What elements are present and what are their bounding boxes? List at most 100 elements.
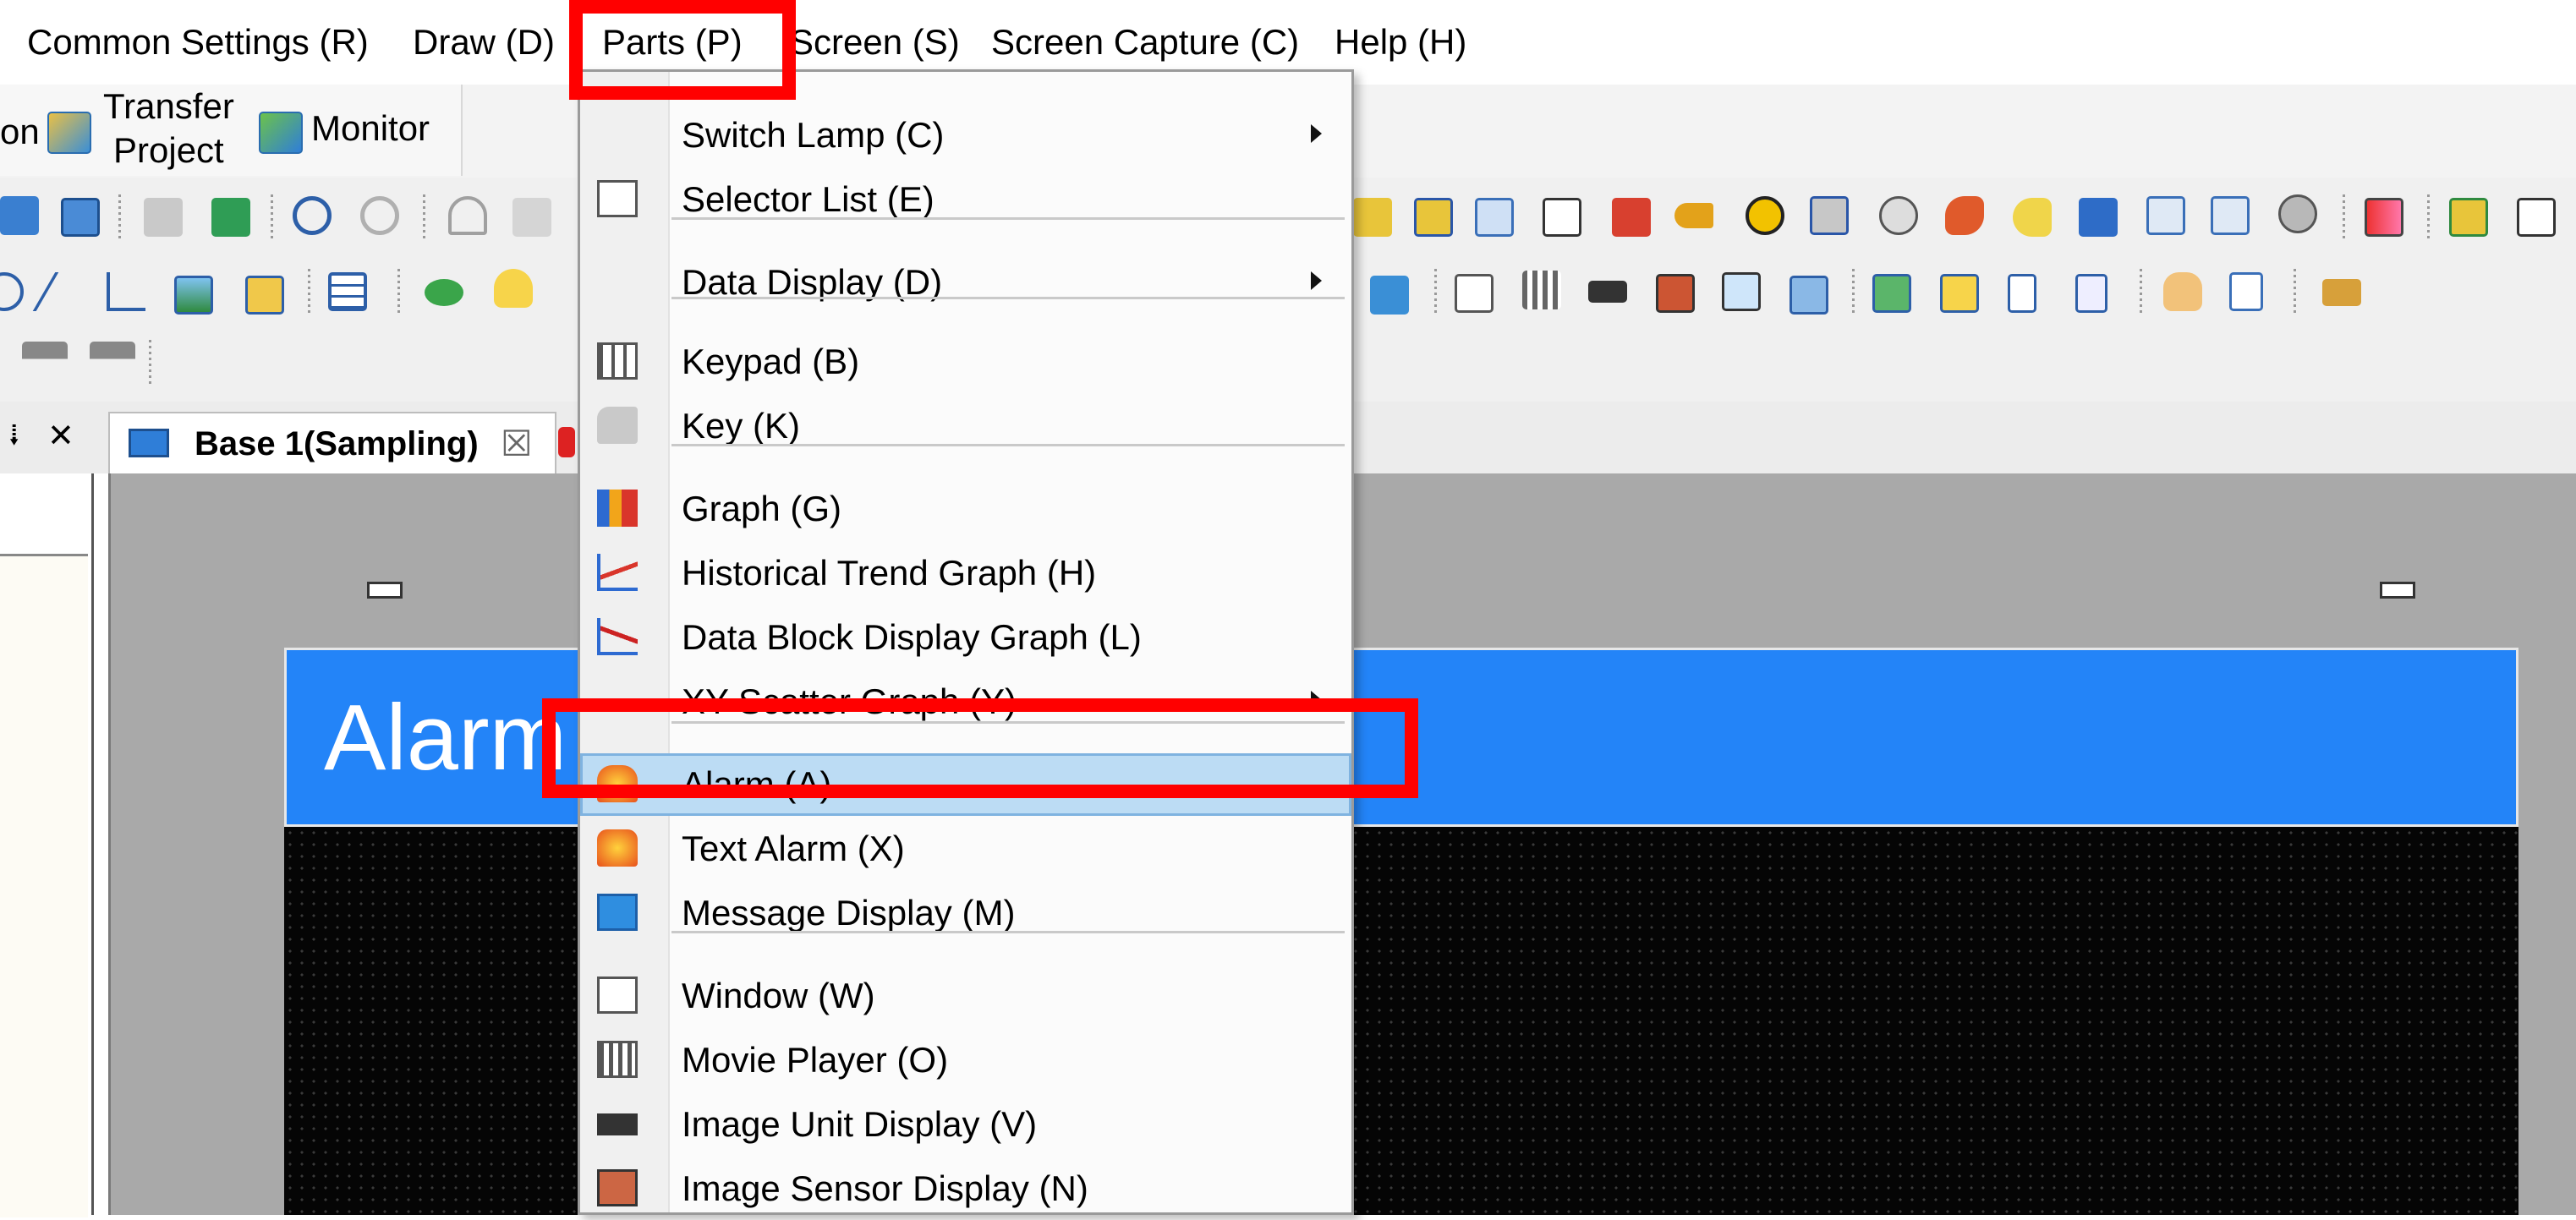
data-display-tool-icon[interactable] bbox=[1543, 198, 1581, 237]
translate-icon[interactable] bbox=[2079, 198, 2118, 237]
monitor-tool-icon[interactable] bbox=[1722, 272, 1761, 311]
left-panel-content bbox=[0, 554, 88, 1217]
toolbar-separator bbox=[118, 194, 121, 242]
move-up-icon[interactable] bbox=[90, 342, 135, 380]
parts-menu: Switch Lamp (C) Selector List (E) Data Dis… bbox=[578, 69, 1354, 1215]
gear-search-icon[interactable] bbox=[1879, 196, 1918, 235]
new-file-icon[interactable] bbox=[0, 196, 39, 235]
menu-item-label: Historical Trend Graph (H) bbox=[682, 553, 1097, 593]
message-tool-icon[interactable] bbox=[1370, 276, 1409, 315]
transfer-label-line1[interactable]: Transfer bbox=[103, 85, 234, 129]
menu-screen-capture[interactable]: Screen Capture (C) bbox=[991, 19, 1299, 66]
tab-close-icon[interactable]: ☒ bbox=[501, 422, 533, 466]
left-panel bbox=[0, 473, 94, 1217]
cut-icon[interactable] bbox=[448, 196, 487, 235]
message-display-icon bbox=[597, 894, 638, 931]
pin-icon[interactable]: ⭭ bbox=[8, 415, 19, 457]
color-icon[interactable] bbox=[2365, 198, 2403, 237]
settings-icon[interactable] bbox=[2278, 194, 2317, 233]
copy-icon[interactable] bbox=[512, 198, 551, 237]
lamp-icon[interactable] bbox=[494, 269, 533, 308]
window-icon bbox=[597, 977, 638, 1014]
open-icon[interactable] bbox=[144, 198, 183, 237]
download-icon[interactable] bbox=[1872, 274, 1911, 313]
keypad-tool-icon[interactable] bbox=[1612, 198, 1651, 237]
toolbar-separator bbox=[271, 194, 273, 242]
menu-item-label: Switch Lamp (C) bbox=[682, 115, 945, 155]
menu-item-image-sensor[interactable]: Image Sensor Display (N) bbox=[580, 1157, 1351, 1220]
table-icon[interactable] bbox=[328, 272, 367, 311]
menu-screen[interactable]: Screen (S) bbox=[790, 19, 960, 66]
arc-icon[interactable] bbox=[0, 272, 24, 311]
menu-item-image-unit[interactable]: Image Unit Display (V) bbox=[580, 1093, 1351, 1156]
menu-item-label: Key (K) bbox=[682, 406, 801, 446]
tab-base-1[interactable]: Base 1(Sampling) ☒ bbox=[108, 412, 556, 473]
menu-common-settings[interactable]: Common Settings (R) bbox=[27, 19, 369, 66]
menu-separator bbox=[671, 931, 1345, 933]
list-icon[interactable] bbox=[2008, 274, 2036, 313]
import-icon[interactable] bbox=[211, 198, 250, 237]
movie-tool-icon[interactable] bbox=[1522, 271, 1561, 309]
image-sensor-icon bbox=[597, 1169, 638, 1206]
ribbon-group: on Transfer Project Monitor bbox=[0, 85, 463, 176]
panel-close-icon[interactable]: ✕ bbox=[47, 415, 74, 457]
monitor-label[interactable]: Monitor bbox=[311, 107, 430, 150]
transfer-label-line2[interactable]: Project bbox=[113, 129, 224, 172]
menu-item-bar-graph[interactable]: Graph (G) bbox=[580, 478, 1351, 540]
menu-help[interactable]: Help (H) bbox=[1335, 19, 1466, 66]
parts-icon-1[interactable] bbox=[1353, 198, 1392, 237]
key-tool-icon[interactable] bbox=[1674, 203, 1713, 228]
tool-icon[interactable] bbox=[2322, 279, 2361, 306]
edit-sheet-icon[interactable] bbox=[2517, 198, 2556, 237]
menu-separator bbox=[671, 297, 1345, 299]
image-import-icon[interactable] bbox=[245, 276, 284, 315]
storage-icon[interactable] bbox=[1810, 196, 1849, 235]
transfer-project-icon[interactable] bbox=[47, 112, 91, 154]
menu-item-message-display[interactable]: Message Display (M) bbox=[580, 882, 1351, 944]
menu-item-selector-list[interactable]: Selector List (E) bbox=[580, 168, 1351, 231]
switch-tool-icon[interactable] bbox=[425, 279, 463, 306]
touch-icon[interactable] bbox=[2163, 272, 2202, 311]
menu-item-data-block-graph[interactable]: Data Block Display Graph (L) bbox=[580, 606, 1351, 669]
line-icon[interactable] bbox=[32, 272, 95, 311]
menu-item-trend-graph[interactable]: Historical Trend Graph (H) bbox=[580, 542, 1351, 605]
speaker-icon[interactable] bbox=[2013, 198, 2052, 237]
star-icon[interactable] bbox=[1940, 274, 1979, 313]
resize-handle-left[interactable] bbox=[367, 582, 403, 599]
graph-tool-icon[interactable] bbox=[2146, 196, 2185, 235]
selector-list-tool-icon[interactable] bbox=[1475, 198, 1514, 237]
submenu-arrow-icon bbox=[1311, 124, 1322, 143]
menu-separator bbox=[671, 217, 1345, 220]
screen-tool-icon[interactable] bbox=[1789, 276, 1828, 315]
save-icon[interactable] bbox=[61, 198, 100, 237]
move-down-icon[interactable] bbox=[22, 342, 68, 380]
document-icon[interactable] bbox=[2229, 272, 2263, 311]
redo-icon[interactable] bbox=[360, 196, 399, 235]
image-icon[interactable] bbox=[174, 276, 213, 315]
parts-icon-2[interactable] bbox=[1414, 198, 1453, 237]
menu-item-text-alarm[interactable]: Text Alarm (X) bbox=[580, 818, 1351, 880]
menu-item-switch-lamp[interactable]: Switch Lamp (C) bbox=[580, 104, 1351, 167]
scale-icon[interactable] bbox=[107, 272, 145, 311]
menu-item-movie-player[interactable]: Movie Player (O) bbox=[580, 1029, 1351, 1091]
undo-icon[interactable] bbox=[293, 196, 332, 235]
resize-handle-right[interactable] bbox=[2380, 582, 2415, 599]
library-icon[interactable] bbox=[2449, 198, 2488, 237]
toolbar-separator bbox=[2294, 269, 2296, 316]
menu-item-key[interactable]: Key (K) bbox=[580, 395, 1351, 457]
graph-tool-icon-2[interactable] bbox=[2211, 196, 2250, 235]
tab-label: Base 1(Sampling) bbox=[195, 425, 479, 462]
menu-item-window[interactable]: Window (W) bbox=[580, 965, 1351, 1027]
monitor-icon[interactable] bbox=[259, 112, 303, 154]
menu-item-keypad[interactable]: Keypad (B) bbox=[580, 331, 1351, 393]
menu-draw[interactable]: Draw (D) bbox=[413, 19, 555, 66]
camera-tool-icon[interactable] bbox=[1588, 281, 1627, 303]
window-tool-icon[interactable] bbox=[1455, 274, 1494, 313]
menu-item-data-display[interactable]: Data Display (D) bbox=[580, 251, 1351, 314]
image-sensor-tool-icon[interactable] bbox=[1656, 274, 1695, 313]
alarm-tool-icon[interactable] bbox=[1945, 196, 1984, 235]
info-icon[interactable] bbox=[1746, 196, 1784, 235]
list-icon-2[interactable] bbox=[2075, 274, 2107, 313]
submenu-arrow-icon bbox=[1311, 271, 1322, 290]
alarm-tab-icon bbox=[558, 427, 575, 457]
